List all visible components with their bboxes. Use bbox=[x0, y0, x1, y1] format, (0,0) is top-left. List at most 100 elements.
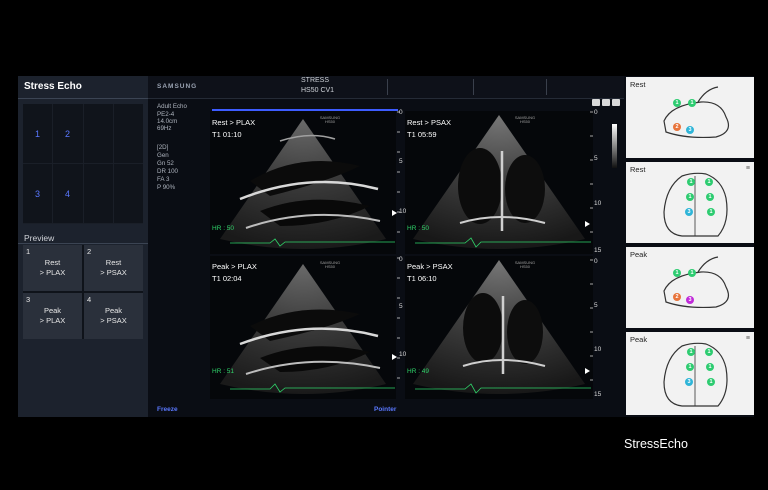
wall-motion-peak-plax[interactable]: Peak 1 1 2 3 bbox=[626, 247, 754, 328]
segment-marker[interactable]: 1 bbox=[706, 363, 714, 371]
layout-number: 1 bbox=[35, 129, 41, 139]
view-timestamp: T1 06:10 bbox=[407, 274, 437, 283]
heart-diagram-psax bbox=[663, 172, 728, 237]
preview-view: > PSAX bbox=[100, 268, 127, 277]
ruler-label: 0 bbox=[399, 109, 403, 116]
param-frame-average: FA 3 bbox=[157, 176, 170, 183]
ruler-label: 0 bbox=[594, 258, 598, 265]
divider bbox=[546, 79, 547, 95]
segment-marker[interactable]: 1 bbox=[706, 193, 714, 201]
display-icon[interactable] bbox=[612, 99, 620, 106]
segment-marker[interactable]: 1 bbox=[705, 348, 713, 356]
view-timestamp: T1 01:10 bbox=[212, 130, 242, 139]
preview-grid: 1 Rest > PLAX 2 Rest > PSAX 3 Peak > PLA… bbox=[23, 245, 143, 339]
preview-number: 3 bbox=[26, 295, 31, 304]
layout-cell-empty bbox=[84, 104, 113, 163]
segment-marker[interactable]: 3 bbox=[686, 126, 694, 134]
ruler-label: 10 bbox=[399, 208, 407, 215]
preview-stage: Rest bbox=[105, 258, 122, 267]
layout-number: 4 bbox=[65, 189, 71, 199]
preview-cell-peak-plax[interactable]: 3 Peak > PLAX bbox=[23, 293, 82, 339]
view-rest-psax[interactable]: Rest > PSAX T1 05:59 HR : 50 SAMSUNG HS50 bbox=[405, 111, 593, 254]
preview-number: 2 bbox=[87, 247, 92, 256]
segment-marker[interactable]: 1 bbox=[688, 99, 696, 107]
divider bbox=[387, 79, 388, 95]
layout-cell-empty bbox=[114, 104, 143, 163]
pointer-button[interactable]: Pointer bbox=[374, 406, 396, 413]
samsung-watermark: SAMSUNG HS50 bbox=[319, 260, 341, 269]
view-title: Peak > PSAX bbox=[407, 262, 453, 271]
divider bbox=[18, 98, 148, 99]
param-depth: 14.0cm bbox=[157, 118, 178, 125]
ruler-label: 5 bbox=[399, 158, 403, 165]
segment-marker[interactable]: 3 bbox=[685, 378, 693, 386]
segment-marker[interactable]: 1 bbox=[673, 269, 681, 277]
segment-marker[interactable]: 1 bbox=[707, 378, 715, 386]
view-peak-plax[interactable]: Peak > PLAX T1 02:04 HR : 51 SAMSUNG HS50 bbox=[210, 256, 396, 399]
heart-rate: HR : 50 bbox=[407, 225, 430, 232]
app-title: Stress Echo bbox=[24, 81, 82, 92]
segment-marker[interactable]: 2 bbox=[673, 293, 681, 301]
ruler-label: 5 bbox=[594, 302, 598, 309]
param-gen: Gen bbox=[157, 152, 169, 159]
heart-rate: HR : 50 bbox=[212, 225, 235, 232]
segment-marker[interactable]: 2 bbox=[673, 123, 681, 131]
samsung-watermark: SAMSUNG HS50 bbox=[514, 115, 536, 124]
param-mode: [2D] bbox=[157, 144, 169, 151]
samsung-watermark: SAMSUNG HS50 bbox=[319, 115, 341, 124]
divider bbox=[473, 79, 474, 95]
param-gain: Gn 52 bbox=[157, 160, 174, 167]
view-rest-plax[interactable]: Rest > PLAX T1 01:10 HR : 50 SAMSUNG HS50 bbox=[210, 111, 396, 254]
depth-ruler-right bbox=[585, 111, 617, 381]
preview-view: > PLAX bbox=[39, 316, 66, 325]
param-dynamic-range: DR 100 bbox=[157, 168, 178, 175]
depth-ruler-center bbox=[392, 111, 400, 379]
segment-marker[interactable]: 1 bbox=[673, 99, 681, 107]
preview-stage: Peak bbox=[104, 306, 123, 315]
heart-diagram-plax bbox=[663, 86, 729, 139]
settings-icon[interactable] bbox=[602, 99, 610, 106]
segment-marker[interactable]: 3 bbox=[686, 296, 694, 304]
view-peak-psax[interactable]: Peak > PSAX T1 06:10 HR : 49 SAMSUNG HS50 bbox=[405, 256, 593, 399]
segment-marker[interactable]: 1 bbox=[688, 269, 696, 277]
layout-cell-empty bbox=[84, 164, 113, 223]
ruler-label: 10 bbox=[594, 346, 602, 353]
segment-marker[interactable]: 1 bbox=[707, 208, 715, 216]
preview-view: > PLAX bbox=[39, 268, 66, 277]
layout-number: 3 bbox=[35, 189, 41, 199]
ruler-label: 0 bbox=[399, 256, 403, 263]
preview-stage: Peak bbox=[43, 306, 62, 315]
preview-cell-rest-psax[interactable]: 2 Rest > PSAX bbox=[84, 245, 143, 291]
heart-rate: HR : 51 bbox=[212, 368, 235, 375]
product-caption: StressEcho bbox=[624, 437, 688, 451]
param-framerate: 69Hz bbox=[157, 125, 172, 132]
wall-motion-rest-psax[interactable]: Rest ≡ 1 1 1 1 3 1 bbox=[626, 162, 754, 243]
segment-marker[interactable]: 1 bbox=[687, 178, 695, 186]
top-bar bbox=[148, 76, 624, 99]
layout-grid: 1 2 3 4 bbox=[23, 104, 143, 224]
wall-motion-rest-plax[interactable]: Rest 1 1 2 3 bbox=[626, 77, 754, 158]
segment-marker[interactable]: 3 bbox=[685, 208, 693, 216]
ruler-label: 10 bbox=[399, 351, 407, 358]
heart-diagram-plax bbox=[663, 256, 729, 309]
heart-rate: HR : 49 bbox=[407, 368, 430, 375]
segment-marker[interactable]: 1 bbox=[705, 178, 713, 186]
exam-type: STRESS bbox=[301, 77, 330, 84]
segment-marker[interactable]: 1 bbox=[687, 348, 695, 356]
preview-cell-peak-psax[interactable]: 4 Peak > PSAX bbox=[84, 293, 143, 339]
probe-icon[interactable] bbox=[592, 99, 600, 106]
ruler-label: 10 bbox=[594, 200, 602, 207]
samsung-watermark: SAMSUNG HS50 bbox=[514, 260, 536, 269]
device-model: HS50 CV1 bbox=[301, 87, 335, 94]
preview-cell-rest-plax[interactable]: 1 Rest > PLAX bbox=[23, 245, 82, 291]
ruler-label: 15 bbox=[594, 391, 602, 398]
view-title: Peak > PLAX bbox=[212, 262, 257, 271]
freeze-button[interactable]: Freeze bbox=[157, 406, 178, 413]
layout-number: 2 bbox=[65, 129, 71, 139]
segment-marker[interactable]: 1 bbox=[686, 193, 694, 201]
ruler-label: 15 bbox=[594, 247, 602, 254]
wall-motion-peak-psax[interactable]: Peak ≡ 1 1 1 1 3 1 bbox=[626, 332, 754, 415]
segment-marker[interactable]: 1 bbox=[686, 363, 694, 371]
preview-view: > PSAX bbox=[100, 316, 127, 325]
param-power: P 90% bbox=[157, 184, 176, 191]
